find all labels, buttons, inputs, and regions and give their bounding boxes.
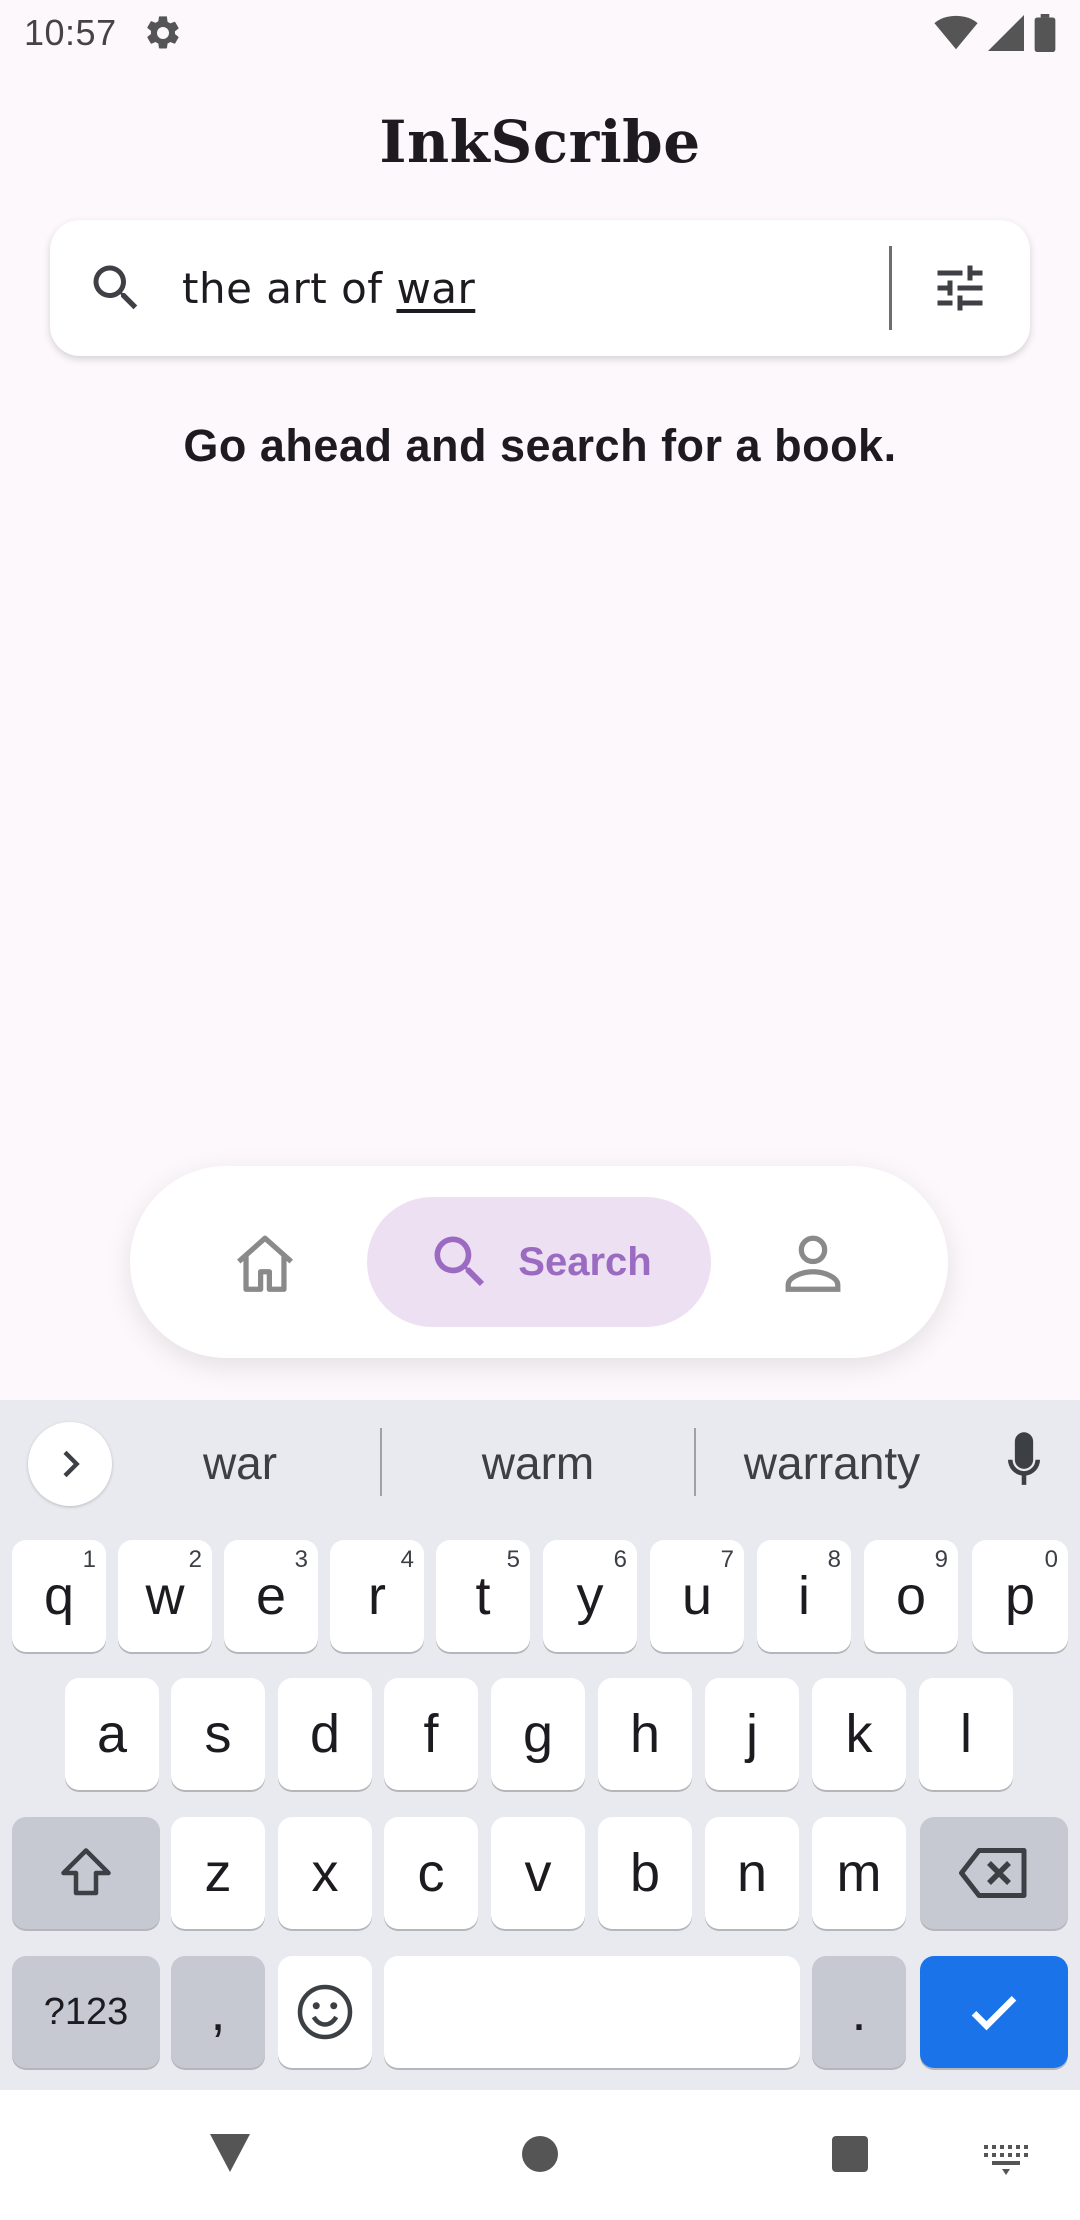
space-bar[interactable] xyxy=(384,1956,800,2068)
enter-key[interactable] xyxy=(920,1956,1068,2068)
key-g[interactable]: g xyxy=(491,1678,585,1790)
emoji-icon xyxy=(297,1984,353,2040)
suggestion-strip: war warm warranty xyxy=(0,1400,1080,1530)
suggestion-1[interactable]: war xyxy=(140,1436,340,1490)
chevron-right-icon xyxy=(63,1450,80,1478)
backspace-key[interactable] xyxy=(920,1817,1068,1929)
emoji-key[interactable] xyxy=(278,1956,372,2068)
search-bar[interactable]: the art of war xyxy=(50,220,1030,356)
key-e[interactable]: e3 xyxy=(224,1540,318,1652)
signal-icon xyxy=(988,15,1024,51)
soft-keyboard: war warm warranty q1 w2 e3 r4 t5 y6 u7 i… xyxy=(0,1400,1080,2090)
key-r[interactable]: r4 xyxy=(330,1540,424,1652)
person-icon[interactable] xyxy=(778,1228,848,1298)
key-f[interactable]: f xyxy=(384,1678,478,1790)
search-icon xyxy=(434,1236,485,1287)
key-s[interactable]: s xyxy=(171,1678,265,1790)
filter-sliders-icon[interactable] xyxy=(930,258,990,318)
key-j[interactable]: j xyxy=(705,1678,799,1790)
back-triangle-icon[interactable] xyxy=(206,2128,254,2176)
key-v[interactable]: v xyxy=(491,1817,585,1929)
wifi-icon xyxy=(934,15,978,50)
battery-icon xyxy=(1034,14,1056,52)
key-c[interactable]: c xyxy=(384,1817,478,1929)
system-navigation-bar xyxy=(0,2090,1080,2220)
home-circle-icon[interactable] xyxy=(516,2128,564,2176)
key-l[interactable]: l xyxy=(919,1678,1013,1790)
search-query-composing: war xyxy=(396,263,476,313)
settings-gear-icon xyxy=(146,16,179,49)
key-a[interactable]: a xyxy=(65,1678,159,1790)
suggestion-divider xyxy=(380,1428,382,1496)
suggestion-3[interactable]: warranty xyxy=(720,1436,944,1490)
shift-key[interactable] xyxy=(12,1817,160,1929)
key-b[interactable]: b xyxy=(598,1817,692,1929)
comma-key[interactable]: , xyxy=(171,1956,265,2068)
key-y[interactable]: y6 xyxy=(543,1540,637,1652)
status-time: 10:57 xyxy=(24,12,117,53)
key-u[interactable]: u7 xyxy=(650,1540,744,1652)
suggestion-divider xyxy=(694,1428,696,1496)
bottom-navigation: Search xyxy=(130,1166,948,1358)
search-input[interactable]: the art of war xyxy=(182,264,889,313)
symbols-key[interactable]: ?123 xyxy=(12,1956,160,2068)
status-bar: 10:57 xyxy=(0,0,1080,66)
key-o[interactable]: o9 xyxy=(864,1540,958,1652)
recents-square-icon[interactable] xyxy=(826,2128,874,2176)
key-t[interactable]: t5 xyxy=(436,1540,530,1652)
search-divider xyxy=(889,246,892,330)
key-d[interactable]: d xyxy=(278,1678,372,1790)
expand-suggestions-button[interactable] xyxy=(28,1422,112,1506)
key-n[interactable]: n xyxy=(705,1817,799,1929)
nav-search-label: Search xyxy=(518,1239,652,1284)
keyboard-switch-icon[interactable] xyxy=(982,2142,1030,2176)
key-k[interactable]: k xyxy=(812,1678,906,1790)
key-i[interactable]: i8 xyxy=(757,1540,851,1652)
period-key[interactable]: . xyxy=(812,1956,906,2068)
microphone-icon[interactable] xyxy=(996,1430,1052,1494)
key-w[interactable]: w2 xyxy=(118,1540,212,1652)
shift-arrow-icon xyxy=(61,1848,111,1896)
key-q[interactable]: q1 xyxy=(12,1540,106,1652)
suggestion-2[interactable]: warm xyxy=(420,1436,656,1490)
nav-search-tab[interactable]: Search xyxy=(367,1197,711,1327)
status-right xyxy=(934,14,1056,52)
checkmark-icon xyxy=(971,1995,1017,2031)
key-p[interactable]: p0 xyxy=(972,1540,1068,1652)
app-title: InkScribe xyxy=(379,108,701,176)
key-x[interactable]: x xyxy=(278,1817,372,1929)
key-m[interactable]: m xyxy=(812,1817,906,1929)
backspace-icon xyxy=(959,1848,1027,1898)
key-h[interactable]: h xyxy=(598,1678,692,1790)
search-icon xyxy=(93,265,138,310)
home-icon[interactable] xyxy=(230,1228,300,1298)
empty-state-message: Go ahead and search for a book. xyxy=(183,420,897,471)
key-z[interactable]: z xyxy=(171,1817,265,1929)
search-query-text: the art of xyxy=(182,263,397,313)
